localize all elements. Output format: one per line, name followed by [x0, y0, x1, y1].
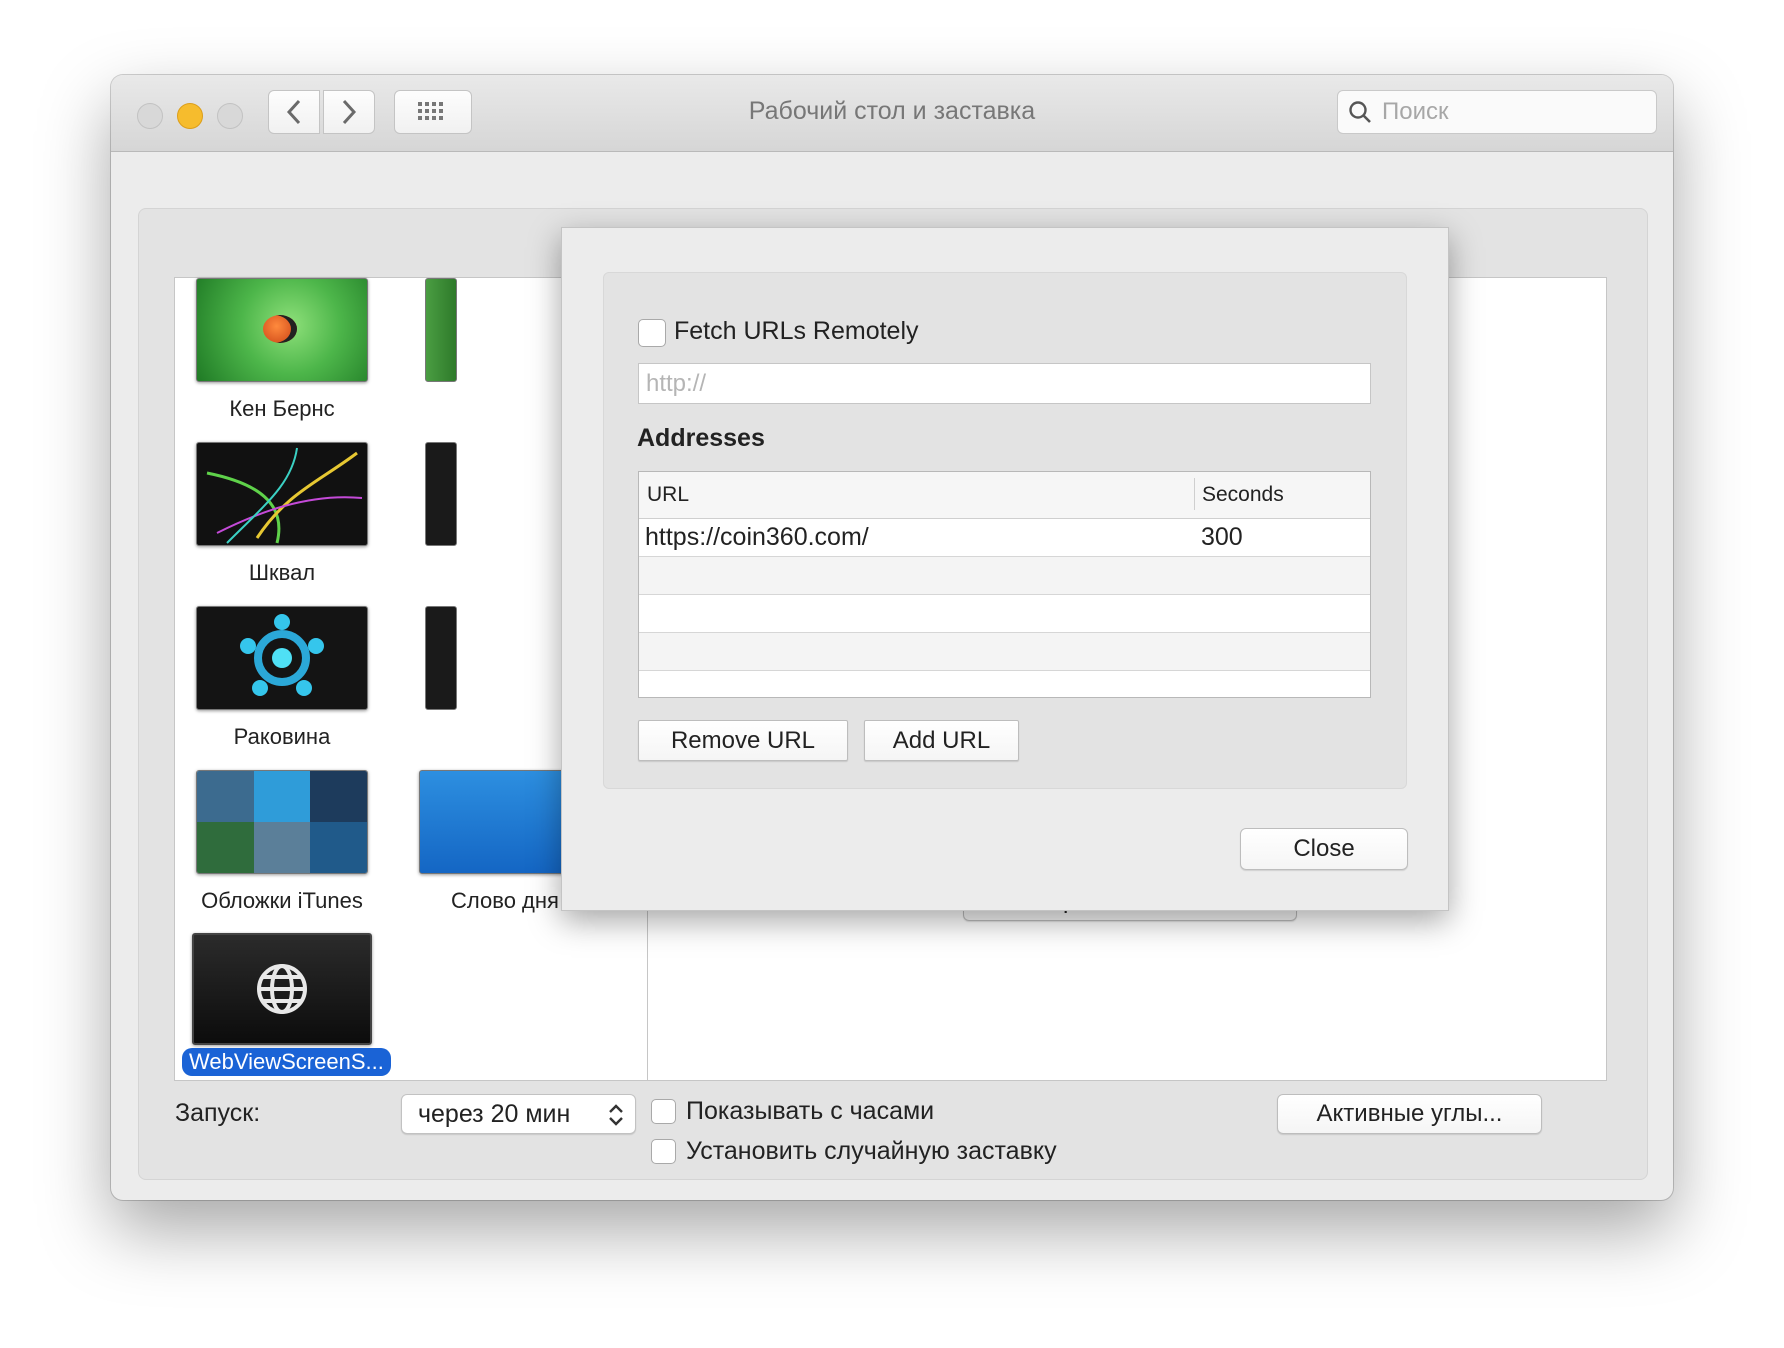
url-cell[interactable]: https://coin360.com/	[645, 523, 869, 552]
search-input[interactable]	[1380, 97, 1654, 127]
titlebar: Рабочий стол и заставка	[111, 75, 1673, 152]
table-row[interactable]	[639, 557, 1370, 595]
addresses-heading: Addresses	[637, 424, 765, 452]
screensaver-label: Шквал	[248, 560, 316, 585]
seconds-cell[interactable]: 300	[1201, 523, 1243, 552]
random-saver-checkbox[interactable]	[651, 1139, 676, 1164]
random-saver-label: Установить случайную заставку	[686, 1137, 1057, 1165]
table-row[interactable]	[639, 671, 1370, 697]
screensaver-shell[interactable]: Раковина	[182, 606, 382, 750]
close-sheet-button[interactable]: Close	[1240, 828, 1408, 870]
globe-icon	[257, 964, 307, 1014]
partial-thumbnail[interactable]	[425, 442, 457, 546]
screensaver-label: Кен Бернс	[229, 396, 335, 421]
start-after-value: через 20 мин	[418, 1099, 571, 1128]
show-clock-label: Показывать с часами	[686, 1097, 935, 1125]
screensaver-flurry[interactable]: Шквал	[182, 442, 382, 586]
screensaver-webview[interactable]: WebViewScreenS...	[182, 933, 391, 1076]
webview-thumbnail	[192, 933, 372, 1045]
screensaver-itunes-artwork[interactable]: Обложки iTunes	[182, 770, 382, 914]
shell-graphic	[240, 614, 324, 696]
add-url-button[interactable]: Add URL	[864, 720, 1019, 761]
search-icon	[1349, 101, 1371, 123]
screensaver-label: Обложки iTunes	[201, 888, 363, 913]
screensaver-label-selected: WebViewScreenS...	[182, 1048, 391, 1076]
ladybug-icon	[263, 315, 297, 343]
flurry-thumbnail	[196, 442, 368, 546]
shell-thumbnail	[196, 606, 368, 710]
screensaver-ken-burns[interactable]: Кен Бернс	[182, 278, 382, 422]
screensaver-label: Раковина	[233, 724, 331, 749]
seconds-column-header[interactable]: Seconds	[1202, 483, 1284, 507]
fetch-remotely-label: Fetch URLs Remotely	[674, 317, 919, 345]
show-clock-checkbox[interactable]	[651, 1099, 676, 1124]
url-settings-sheet: Fetch URLs Remotely Addresses URL Second…	[561, 227, 1449, 911]
partial-thumbnail[interactable]	[425, 278, 457, 382]
fetch-remotely-checkbox[interactable]	[638, 319, 666, 347]
addresses-table[interactable]: URL Seconds https://coin360.com/ 300	[638, 471, 1371, 698]
updown-chevron-icon	[609, 1104, 623, 1126]
partial-thumbnail[interactable]	[425, 606, 457, 710]
remote-url-input[interactable]	[638, 363, 1371, 404]
hot-corners-button[interactable]: Активные углы...	[1277, 1094, 1542, 1134]
flurry-graphic	[206, 447, 363, 544]
table-row[interactable]	[639, 595, 1370, 633]
ken-burns-thumbnail	[196, 278, 368, 382]
column-divider[interactable]	[1194, 478, 1195, 510]
table-header: URL Seconds	[639, 472, 1370, 519]
itunes-artwork-thumbnail	[196, 770, 368, 874]
start-label: Запуск:	[175, 1099, 261, 1127]
remove-url-button[interactable]: Remove URL	[638, 720, 848, 761]
preferences-window: Рабочий стол и заставка Кен Бернс	[111, 75, 1673, 1200]
table-row[interactable]: https://coin360.com/ 300	[639, 519, 1370, 557]
table-row[interactable]	[639, 633, 1370, 671]
search-field[interactable]	[1337, 90, 1657, 134]
url-column-header[interactable]: URL	[647, 483, 689, 507]
start-after-select[interactable]: через 20 мин	[401, 1094, 636, 1134]
